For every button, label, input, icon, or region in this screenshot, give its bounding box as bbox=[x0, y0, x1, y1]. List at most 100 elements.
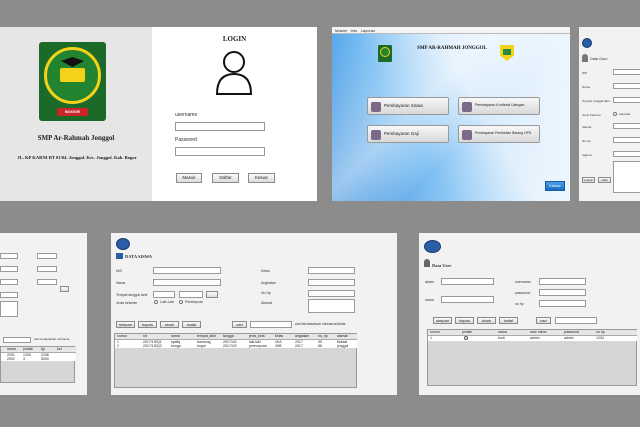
menu-title: SMP AR-RAHMAH JONGGOL bbox=[417, 46, 487, 51]
nama-input[interactable] bbox=[613, 83, 640, 89]
pembayaran-ulangan-button[interactable]: Pembayaran Konfeksi Ulangan bbox=[458, 97, 540, 115]
nohp-input[interactable] bbox=[539, 300, 586, 307]
school-logo: BOGOR bbox=[39, 42, 106, 121]
alamat-input[interactable] bbox=[613, 123, 640, 129]
radio-perempuan[interactable] bbox=[179, 300, 183, 304]
nohp-input[interactable] bbox=[613, 137, 640, 143]
radio-laki-label: Laki-Laki bbox=[160, 300, 175, 304]
label-nis: NIS bbox=[116, 269, 122, 273]
label-ttl: Tempat, tanggal lahir bbox=[582, 99, 610, 103]
wallet-icon bbox=[462, 102, 472, 112]
label-jk: Jenis Kelamin bbox=[582, 113, 601, 117]
username-input[interactable] bbox=[539, 278, 586, 285]
user-hapus-button[interactable]: hapus bbox=[455, 317, 474, 324]
radio-perempuan-label: Perempuan bbox=[185, 300, 204, 304]
bl-input-1[interactable] bbox=[0, 253, 18, 259]
user-search-input[interactable] bbox=[555, 317, 597, 324]
guru-simpan-button[interactable]: simpan bbox=[582, 177, 595, 183]
app-logo-icon bbox=[582, 38, 592, 48]
guru-title: Data Guru bbox=[590, 57, 608, 61]
school-address: JL. KP KARNI RT 01/04. Jonggol. Kec. Jon… bbox=[17, 155, 137, 160]
nis-input[interactable] bbox=[153, 267, 221, 274]
logo-ribbon: BOGOR bbox=[57, 108, 88, 116]
bl-right-input-2[interactable] bbox=[37, 266, 57, 272]
user-batal-button[interactable]: batal bbox=[499, 317, 518, 324]
login-title: LOGIN bbox=[222, 35, 247, 43]
radio-laki[interactable] bbox=[154, 300, 158, 304]
siswa-header-icon bbox=[116, 253, 123, 259]
user-ubah-button[interactable]: ubah bbox=[477, 317, 496, 324]
date-picker-button[interactable] bbox=[206, 291, 218, 298]
label-agama: Agama bbox=[582, 153, 592, 157]
radio-laki[interactable] bbox=[613, 112, 617, 116]
siswa-cari-button[interactable]: cari bbox=[232, 321, 247, 328]
ttl-input[interactable] bbox=[613, 97, 640, 103]
bl-input-3[interactable] bbox=[0, 279, 18, 285]
siswa-search-input[interactable] bbox=[250, 321, 292, 328]
label-akses: akses bbox=[425, 280, 435, 284]
pembayaran-gaji-button[interactable]: Pembayaran Gaji bbox=[367, 125, 449, 143]
user-cari-button[interactable]: cari bbox=[536, 317, 551, 324]
user-simpan-button[interactable]: simpan bbox=[433, 317, 452, 324]
bl-input-4[interactable] bbox=[0, 292, 18, 298]
nip-input[interactable] bbox=[613, 69, 640, 75]
siswa-window: DATA SISWA NIS Nama Tempat tanggal lahir… bbox=[111, 233, 397, 395]
guru-header-icon bbox=[582, 54, 588, 62]
kelas-input[interactable] bbox=[308, 267, 355, 274]
user-window: Data User akses nama username password n… bbox=[419, 233, 640, 395]
tempat-input[interactable] bbox=[153, 291, 175, 298]
menubar-items[interactable]: Master Info Laporan bbox=[335, 28, 375, 33]
bl-textarea[interactable] bbox=[0, 301, 18, 317]
pembayaran-ops-button[interactable]: Pembayaran Pembelian Barang OPS bbox=[458, 125, 540, 143]
username-input[interactable] bbox=[175, 122, 265, 131]
wallet-icon bbox=[371, 130, 381, 140]
bl-small-button[interactable] bbox=[60, 286, 69, 292]
label-nohp: No Hp bbox=[261, 291, 271, 295]
siswa-simpan-button[interactable]: simpan bbox=[116, 321, 135, 328]
siswa-search-hint: cari berdasarkan nis/nama/kelas bbox=[295, 322, 346, 326]
akses-input[interactable] bbox=[441, 278, 494, 285]
user-table: nomor jumlah nama user name password no … bbox=[427, 329, 637, 386]
label-alamat: Alamat bbox=[261, 301, 272, 305]
nama-input[interactable] bbox=[153, 279, 221, 286]
password-input[interactable] bbox=[175, 147, 265, 156]
bl-table: nama jumlah tgl ket 2001 1200 2106 2002 … bbox=[0, 346, 76, 383]
angkatan-input[interactable] bbox=[308, 279, 355, 286]
guru-window: Data Guru NIP Nama Tempat, tanggal lahir… bbox=[579, 27, 640, 201]
pembayaran-siswa-button[interactable]: Pembayaran Siswa bbox=[367, 97, 449, 115]
bl-input-2[interactable] bbox=[0, 266, 18, 272]
wallet-icon bbox=[462, 130, 472, 140]
siswa-hapus-button[interactable]: hapus bbox=[138, 321, 157, 328]
table-row[interactable]: 2002 3 5000 bbox=[1, 357, 75, 361]
label-jk: Jenis kelamin bbox=[116, 301, 138, 305]
nohp-input[interactable] bbox=[308, 290, 355, 297]
label-alamat: Alamat bbox=[582, 125, 592, 129]
password-input[interactable] bbox=[539, 289, 586, 296]
table-row[interactable]: 1 budi admin admin 1234 bbox=[428, 336, 637, 341]
nama-input[interactable] bbox=[441, 296, 494, 303]
daftar-button[interactable]: Daftar bbox=[212, 173, 239, 183]
siswa-batal-button[interactable]: batal bbox=[182, 321, 201, 328]
tanggal-input[interactable] bbox=[179, 291, 203, 298]
label-nama: nama bbox=[425, 298, 434, 302]
menu-left-logo bbox=[378, 45, 392, 62]
guru-ubah-button[interactable]: ubah bbox=[598, 177, 611, 183]
label-password: password bbox=[515, 291, 530, 295]
alamat-textarea[interactable] bbox=[613, 161, 640, 193]
password-label: Password bbox=[175, 137, 197, 143]
bayar-window: cari berdasarkan nis/nama nama jumlah tg… bbox=[0, 233, 87, 395]
siswa-ubah-button[interactable]: ubah bbox=[160, 321, 179, 328]
row-check-icon bbox=[464, 336, 468, 340]
regency-logo bbox=[500, 45, 514, 61]
agama-input[interactable] bbox=[613, 151, 640, 157]
menu-keluar-button[interactable]: Keluar bbox=[545, 181, 565, 191]
label-nama: Nama bbox=[582, 85, 591, 89]
table-row[interactable]: 2 2017/1SIQ2 bunga bogor 2017/4/2 peremp… bbox=[115, 344, 357, 348]
keluar-button[interactable]: Keluar bbox=[248, 173, 275, 183]
masuk-button[interactable]: Masuk bbox=[176, 173, 202, 183]
bl-search-input[interactable] bbox=[3, 337, 31, 343]
alamat-textarea[interactable] bbox=[308, 299, 355, 313]
bl-right-input-3[interactable] bbox=[37, 279, 57, 285]
bl-right-input-1[interactable] bbox=[37, 253, 57, 259]
radio-laki-label: Laki-laki bbox=[619, 112, 631, 116]
